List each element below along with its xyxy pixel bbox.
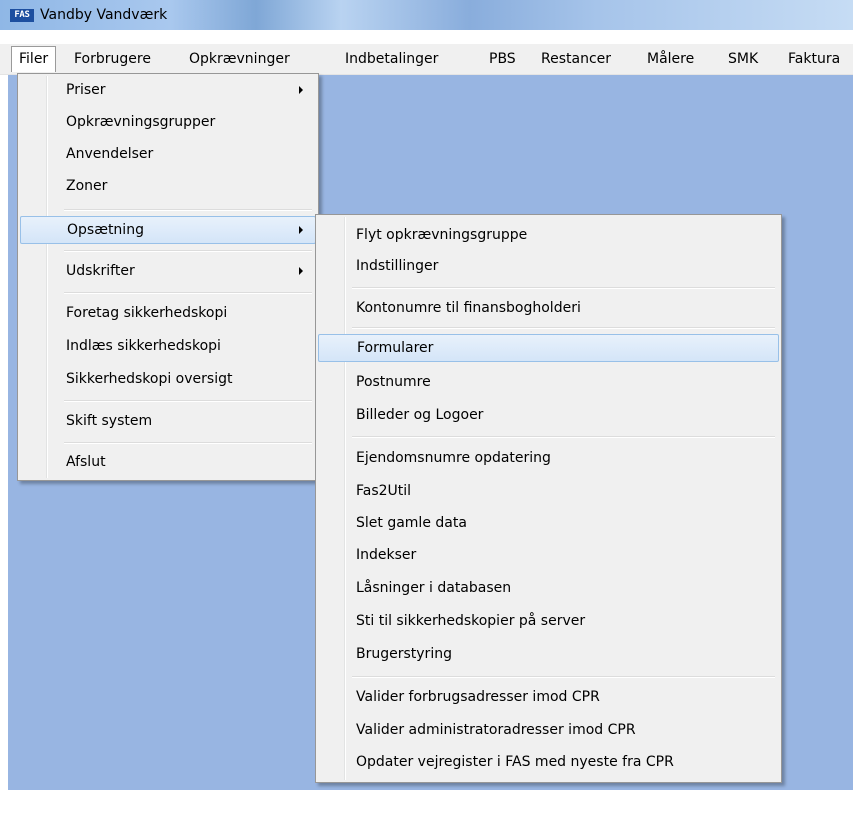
app-icon: FAS bbox=[10, 9, 34, 22]
menu-item-label: Slet gamle data bbox=[356, 515, 467, 531]
menu-separator bbox=[352, 676, 775, 678]
menu-smk[interactable]: SMK bbox=[721, 46, 765, 72]
submenu-arrow-icon bbox=[299, 267, 303, 275]
menu-faktura[interactable]: Faktura bbox=[781, 46, 847, 72]
menu-item-label: Flyt opkrævningsgruppe bbox=[356, 227, 528, 243]
menu-item-afslut[interactable]: Afslut bbox=[20, 448, 316, 476]
menu-item-opsaetning[interactable]: Opsætning bbox=[20, 216, 316, 244]
menu-item-label: Fas2Util bbox=[356, 483, 412, 499]
menu-separator bbox=[64, 250, 312, 252]
menu-item-label: Skift system bbox=[66, 413, 153, 429]
window-title: Vandby Vandværk bbox=[40, 7, 168, 23]
menu-item-indlaes-sikkerhedskopi[interactable]: Indlæs sikkerhedskopi bbox=[20, 332, 316, 360]
menu-separator bbox=[64, 209, 312, 211]
menu-separator bbox=[64, 400, 312, 402]
menu-item-label: Priser bbox=[66, 82, 106, 98]
menu-item-label: Zoner bbox=[66, 178, 108, 194]
menu-item-flyt-opkraevningsgruppe[interactable]: Flyt opkrævningsgruppe bbox=[318, 221, 779, 249]
menu-item-label: Opkrævningsgrupper bbox=[66, 114, 216, 130]
menu-item-label: Billeder og Logoer bbox=[356, 407, 484, 423]
menu-item-label: Formularer bbox=[357, 340, 434, 356]
menu-item-label: Postnumre bbox=[356, 374, 431, 390]
menu-item-label: Indstillinger bbox=[356, 258, 439, 274]
menu-item-label: Foretag sikkerhedskopi bbox=[66, 305, 228, 321]
menu-item-opdater-vejregister[interactable]: Opdater vejregister i FAS med nyeste fra… bbox=[318, 748, 779, 776]
title-bar[interactable]: FAS Vandby Vandværk bbox=[0, 0, 853, 30]
menu-filer[interactable]: Filer bbox=[11, 46, 57, 72]
menu-item-label: Indlæs sikkerhedskopi bbox=[66, 338, 221, 354]
menu-separator bbox=[352, 287, 775, 289]
menu-item-label: Opsætning bbox=[67, 222, 144, 238]
menu-item-sikkerhedskopi-oversigt[interactable]: Sikkerhedskopi oversigt bbox=[20, 365, 316, 393]
menu-item-label: Sti til sikkerhedskopier på server bbox=[356, 613, 586, 629]
menu-item-label: Anvendelser bbox=[66, 146, 154, 162]
menu-indbetalinger[interactable]: Indbetalinger bbox=[338, 46, 445, 72]
menu-separator bbox=[64, 292, 312, 294]
menu-item-label: Brugerstyring bbox=[356, 646, 452, 662]
menu-item-opkraevningsgrupper[interactable]: Opkrævningsgrupper bbox=[20, 108, 316, 136]
menu-item-label: Opdater vejregister i FAS med nyeste fra… bbox=[356, 754, 674, 770]
menu-bar: Filer Forbrugere Opkrævninger Indbetalin… bbox=[0, 44, 853, 75]
menu-item-priser[interactable]: Priser bbox=[20, 76, 316, 104]
menu-restancer[interactable]: Restancer bbox=[534, 46, 618, 72]
filer-dropdown-menu: Priser Opkrævningsgrupper Anvendelser Zo… bbox=[17, 73, 319, 481]
menu-item-valider-administratoradresser[interactable]: Valider administratoradresser imod CPR bbox=[318, 716, 779, 744]
menu-item-ejendomsnumre-opdatering[interactable]: Ejendomsnumre opdatering bbox=[318, 444, 779, 472]
menu-separator bbox=[64, 442, 312, 444]
submenu-arrow-icon bbox=[299, 226, 303, 234]
menu-separator bbox=[352, 327, 775, 329]
menu-item-label: Afslut bbox=[66, 454, 106, 470]
menu-item-anvendelser[interactable]: Anvendelser bbox=[20, 140, 316, 168]
menu-item-indstillinger[interactable]: Indstillinger bbox=[318, 252, 779, 280]
menu-item-label: Valider administratoradresser imod CPR bbox=[356, 722, 636, 738]
menu-item-zoner[interactable]: Zoner bbox=[20, 172, 316, 200]
menu-item-label: Ejendomsnumre opdatering bbox=[356, 450, 551, 466]
menu-opkraevninger[interactable]: Opkrævninger bbox=[182, 46, 297, 72]
menu-item-sti-til-sikkerhedskopier[interactable]: Sti til sikkerhedskopier på server bbox=[318, 607, 779, 635]
menu-item-fas2util[interactable]: Fas2Util bbox=[318, 477, 779, 505]
menu-separator bbox=[352, 436, 775, 438]
opsaetning-submenu: Flyt opkrævningsgruppe Indstillinger Kon… bbox=[315, 214, 782, 783]
menu-item-laasninger[interactable]: Låsninger i databasen bbox=[318, 574, 779, 602]
menu-item-formularer[interactable]: Formularer bbox=[318, 334, 779, 362]
menu-pbs[interactable]: PBS bbox=[482, 46, 523, 72]
menu-item-label: Låsninger i databasen bbox=[356, 580, 512, 596]
menu-item-skift-system[interactable]: Skift system bbox=[20, 407, 316, 435]
menu-maalere[interactable]: Målere bbox=[640, 46, 701, 72]
menu-item-postnumre[interactable]: Postnumre bbox=[318, 368, 779, 396]
menu-item-label: Udskrifter bbox=[66, 263, 135, 279]
menu-item-indekser[interactable]: Indekser bbox=[318, 541, 779, 569]
menu-item-label: Valider forbrugsadresser imod CPR bbox=[356, 689, 600, 705]
menu-item-udskrifter[interactable]: Udskrifter bbox=[20, 257, 316, 285]
menu-item-foretag-sikkerhedskopi[interactable]: Foretag sikkerhedskopi bbox=[20, 299, 316, 327]
submenu-arrow-icon bbox=[299, 86, 303, 94]
menu-item-billeder-og-logoer[interactable]: Billeder og Logoer bbox=[318, 401, 779, 429]
menu-item-valider-forbrugsadresser[interactable]: Valider forbrugsadresser imod CPR bbox=[318, 683, 779, 711]
menu-item-label: Kontonumre til finansbogholderi bbox=[356, 300, 581, 316]
menu-item-slet-gamle-data[interactable]: Slet gamle data bbox=[318, 509, 779, 537]
menu-item-label: Indekser bbox=[356, 547, 417, 563]
menu-forbrugere[interactable]: Forbrugere bbox=[67, 46, 158, 72]
menu-item-brugerstyring[interactable]: Brugerstyring bbox=[318, 640, 779, 668]
menu-item-kontonumre[interactable]: Kontonumre til finansbogholderi bbox=[318, 294, 779, 322]
menu-item-label: Sikkerhedskopi oversigt bbox=[66, 371, 233, 387]
